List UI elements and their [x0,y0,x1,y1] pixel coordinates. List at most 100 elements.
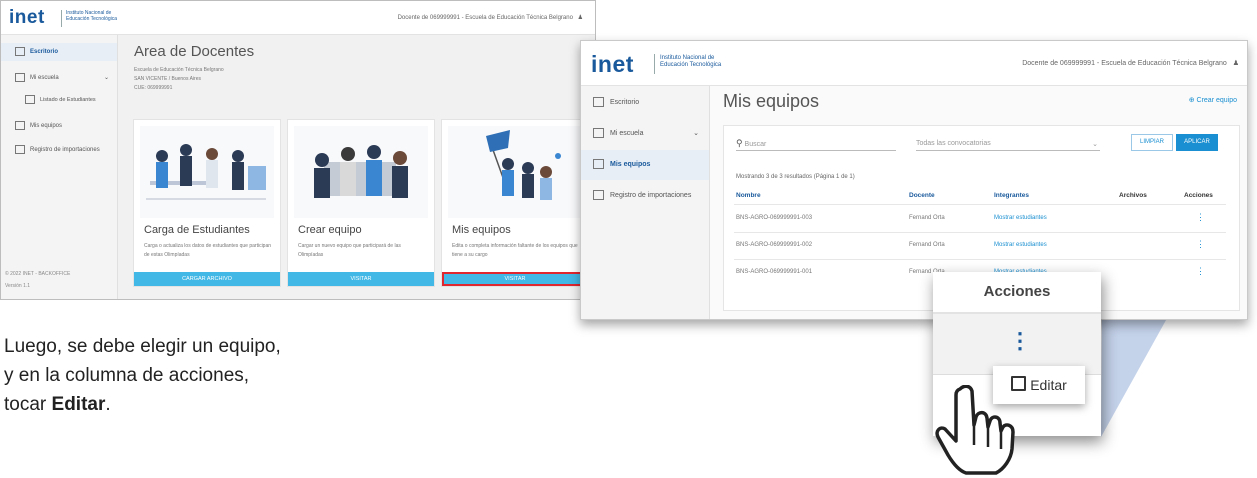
actions-menu-icon[interactable]: ⋮ [1196,239,1205,250]
visitar-crear-equipo-button[interactable]: VISITAR [288,272,434,286]
plus-circle-icon: ⊕ [1188,97,1197,104]
editar-label: Editar [1030,377,1067,393]
sidebar-item-listado-estudiantes[interactable]: Listado de Estudiantes [1,91,127,109]
sidebar-item-label: Listado de Estudiantes [40,97,96,103]
card-title: Mis equipos [452,224,511,236]
user-name: Docente de 069999991 - Escuela de Educac… [397,15,573,21]
user-icon: ♟ [577,15,583,21]
column-header-archivos: Archivos [1119,192,1147,199]
user-label[interactable]: Docente de 069999991 - Escuela de Educac… [1022,59,1239,67]
import-icon [15,144,25,154]
sidebar-item-mi-escuela[interactable]: Mi escuela ⌄ [1,69,117,87]
sidebar-item-label: Registro de importaciones [610,192,692,199]
school-cue: CUE: 069999991 [134,85,173,91]
sidebar-item-label: Mi escuela [30,75,59,81]
card-title: Carga de Estudiantes [144,224,250,236]
card-illustration [294,126,428,218]
actions-menu-icon[interactable]: ⋮ [1196,212,1205,223]
sidebar-item-escritorio[interactable]: Escritorio [1,43,117,61]
user-icon: ♟ [1232,60,1239,67]
actions-menu-icon[interactable]: ⋮ [1009,328,1031,354]
page-title: Mis equipos [723,91,820,111]
inet-logo: inet [591,51,634,77]
teams-icon [15,120,25,130]
inet-logo: inet [9,7,45,28]
search-icon: ⚲ [736,138,743,148]
card-crear-equipo: Crear equipo Cargar un nuevo equipo que … [287,119,435,287]
sidebar-item-escritorio[interactable]: Escritorio [581,88,709,118]
show-students-link[interactable]: Mostrar estudiantes [994,242,1047,248]
sidebar: Escritorio Mi escuela ⌄ Mis equipos Regis… [581,86,710,319]
sidebar-item-mis-equipos[interactable]: Mis equipos [1,117,117,135]
pointing-hand-icon [935,385,1015,475]
limpiar-button[interactable]: LIMPIAR [1131,134,1173,151]
teams-icon [593,159,604,170]
aplicar-button[interactable]: APLICAR [1176,134,1218,151]
school-location: SAN VICENTE / Buenos Aires [134,76,201,82]
search-placeholder: Buscar [744,141,767,148]
footer-copyright: © 2022 INET - BACKOFFICE [5,271,71,277]
logo-divider [654,54,655,74]
card-mis-equipos: Mis equipos Edita o completa información… [441,119,589,287]
sidebar-item-label: Registro de importaciones [30,147,100,153]
column-header-nombre[interactable]: Nombre [736,192,761,199]
logo-subtitle: Instituto Nacional de Educación Tecnológ… [660,55,722,68]
sidebar-item-registro-importaciones[interactable]: Registro de importaciones [581,181,709,211]
cargar-archivo-button[interactable]: CARGAR ARCHIVO [134,272,280,286]
convocatoria-select[interactable]: Todas las convocatorias ⌄ [916,140,1100,151]
header-divider [734,204,1226,205]
search-input[interactable]: ⚲ Buscar [736,138,896,151]
screenshot-area-docentes: inet Instituto Nacional de Educación Tec… [0,0,596,300]
top-bar: inet Instituto Nacional de Educación Tec… [1,1,595,35]
card-description: Edita o completa información faltante de… [452,243,578,258]
logo-subtitle: Instituto Nacional de Educación Tecnológ… [66,10,118,22]
chevron-down-icon: ⌄ [1092,141,1098,148]
footer-version: Versión 1.1 [5,283,31,289]
card-illustration [140,126,274,218]
school-name: Escuela de Educación Técnica Belgrano [134,67,224,73]
crear-equipo-link[interactable]: ⊕ Crear equipo [1189,96,1237,104]
sidebar-item-mi-escuela[interactable]: Mi escuela ⌄ [581,119,709,149]
team-name: BNS-AGRO-069999991-001 [736,269,813,275]
caption-text: tocar [4,394,52,415]
team-name: BNS-AGRO-069999991-002 [736,242,813,248]
column-header-acciones: Acciones [1184,192,1213,199]
team-name: BNS-AGRO-069999991-003 [736,215,813,221]
sidebar-item-label: Escritorio [30,49,59,55]
logo-divider [61,10,62,27]
team-teacher: Fernand Orta [909,215,945,221]
caption-line-3: tocar Editar. [4,390,281,419]
sidebar-item-label: Mis equipos [30,123,63,129]
instruction-caption: Luego, se debe elegir un equipo, y en la… [4,332,281,419]
sidebar-item-label: Mis equipos [610,161,651,168]
caption-bold-editar: Editar [51,394,106,415]
column-header-docente[interactable]: Docente [909,192,935,199]
import-icon [593,190,604,201]
visitar-mis-equipos-button[interactable]: VISITAR [442,272,588,286]
school-icon [15,72,25,82]
caption-period: . [105,394,111,415]
sidebar-item-mis-equipos[interactable]: Mis equipos [581,150,709,180]
show-students-link[interactable]: Mostrar estudiantes [994,215,1047,221]
actions-menu-icon[interactable]: ⋮ [1196,266,1205,277]
team-teacher: Fernand Orta [909,242,945,248]
students-icon [25,95,35,105]
chevron-down-icon: ⌄ [103,75,109,81]
sidebar-item-registro-importaciones[interactable]: Registro de importaciones [1,141,117,159]
sidebar-item-label: Mi escuela [610,130,644,137]
school-icon [593,128,604,139]
user-label[interactable]: Docente de 069999991 - Escuela de Educac… [398,14,583,21]
card-description: Carga o actualiza los datos de estudiant… [144,243,272,258]
card-carga-estudiantes: Carga de Estudiantes Carga o actualiza l… [133,119,281,287]
caption-line-1: Luego, se debe elegir un equipo, [4,336,281,357]
sidebar-item-label: Escritorio [610,99,640,106]
crear-equipo-label: Crear equipo [1196,97,1237,104]
select-value: Todas las convocatorias [916,140,991,147]
top-bar: inet Instituto Nacional de Educación Tec… [581,41,1247,86]
home-icon [15,46,25,56]
page-title: Area de Docentes [134,43,255,60]
acciones-header: Acciones [933,272,1101,314]
card-title: Crear equipo [298,224,362,236]
results-count: Mostrando 3 de 3 resultados (Página 1 de… [736,174,855,180]
column-header-integrantes[interactable]: Integrantes [994,192,1029,199]
